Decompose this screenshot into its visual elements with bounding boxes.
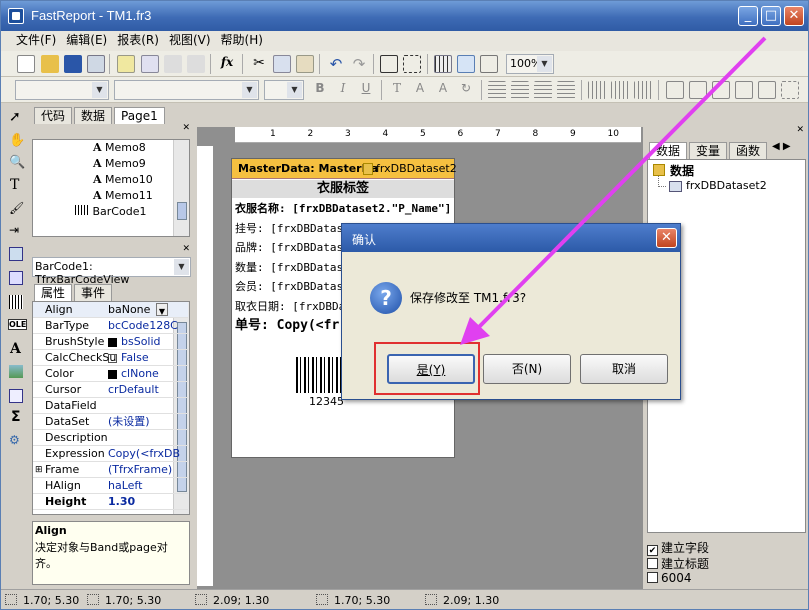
annotation-arrow-icon (460, 36, 767, 345)
